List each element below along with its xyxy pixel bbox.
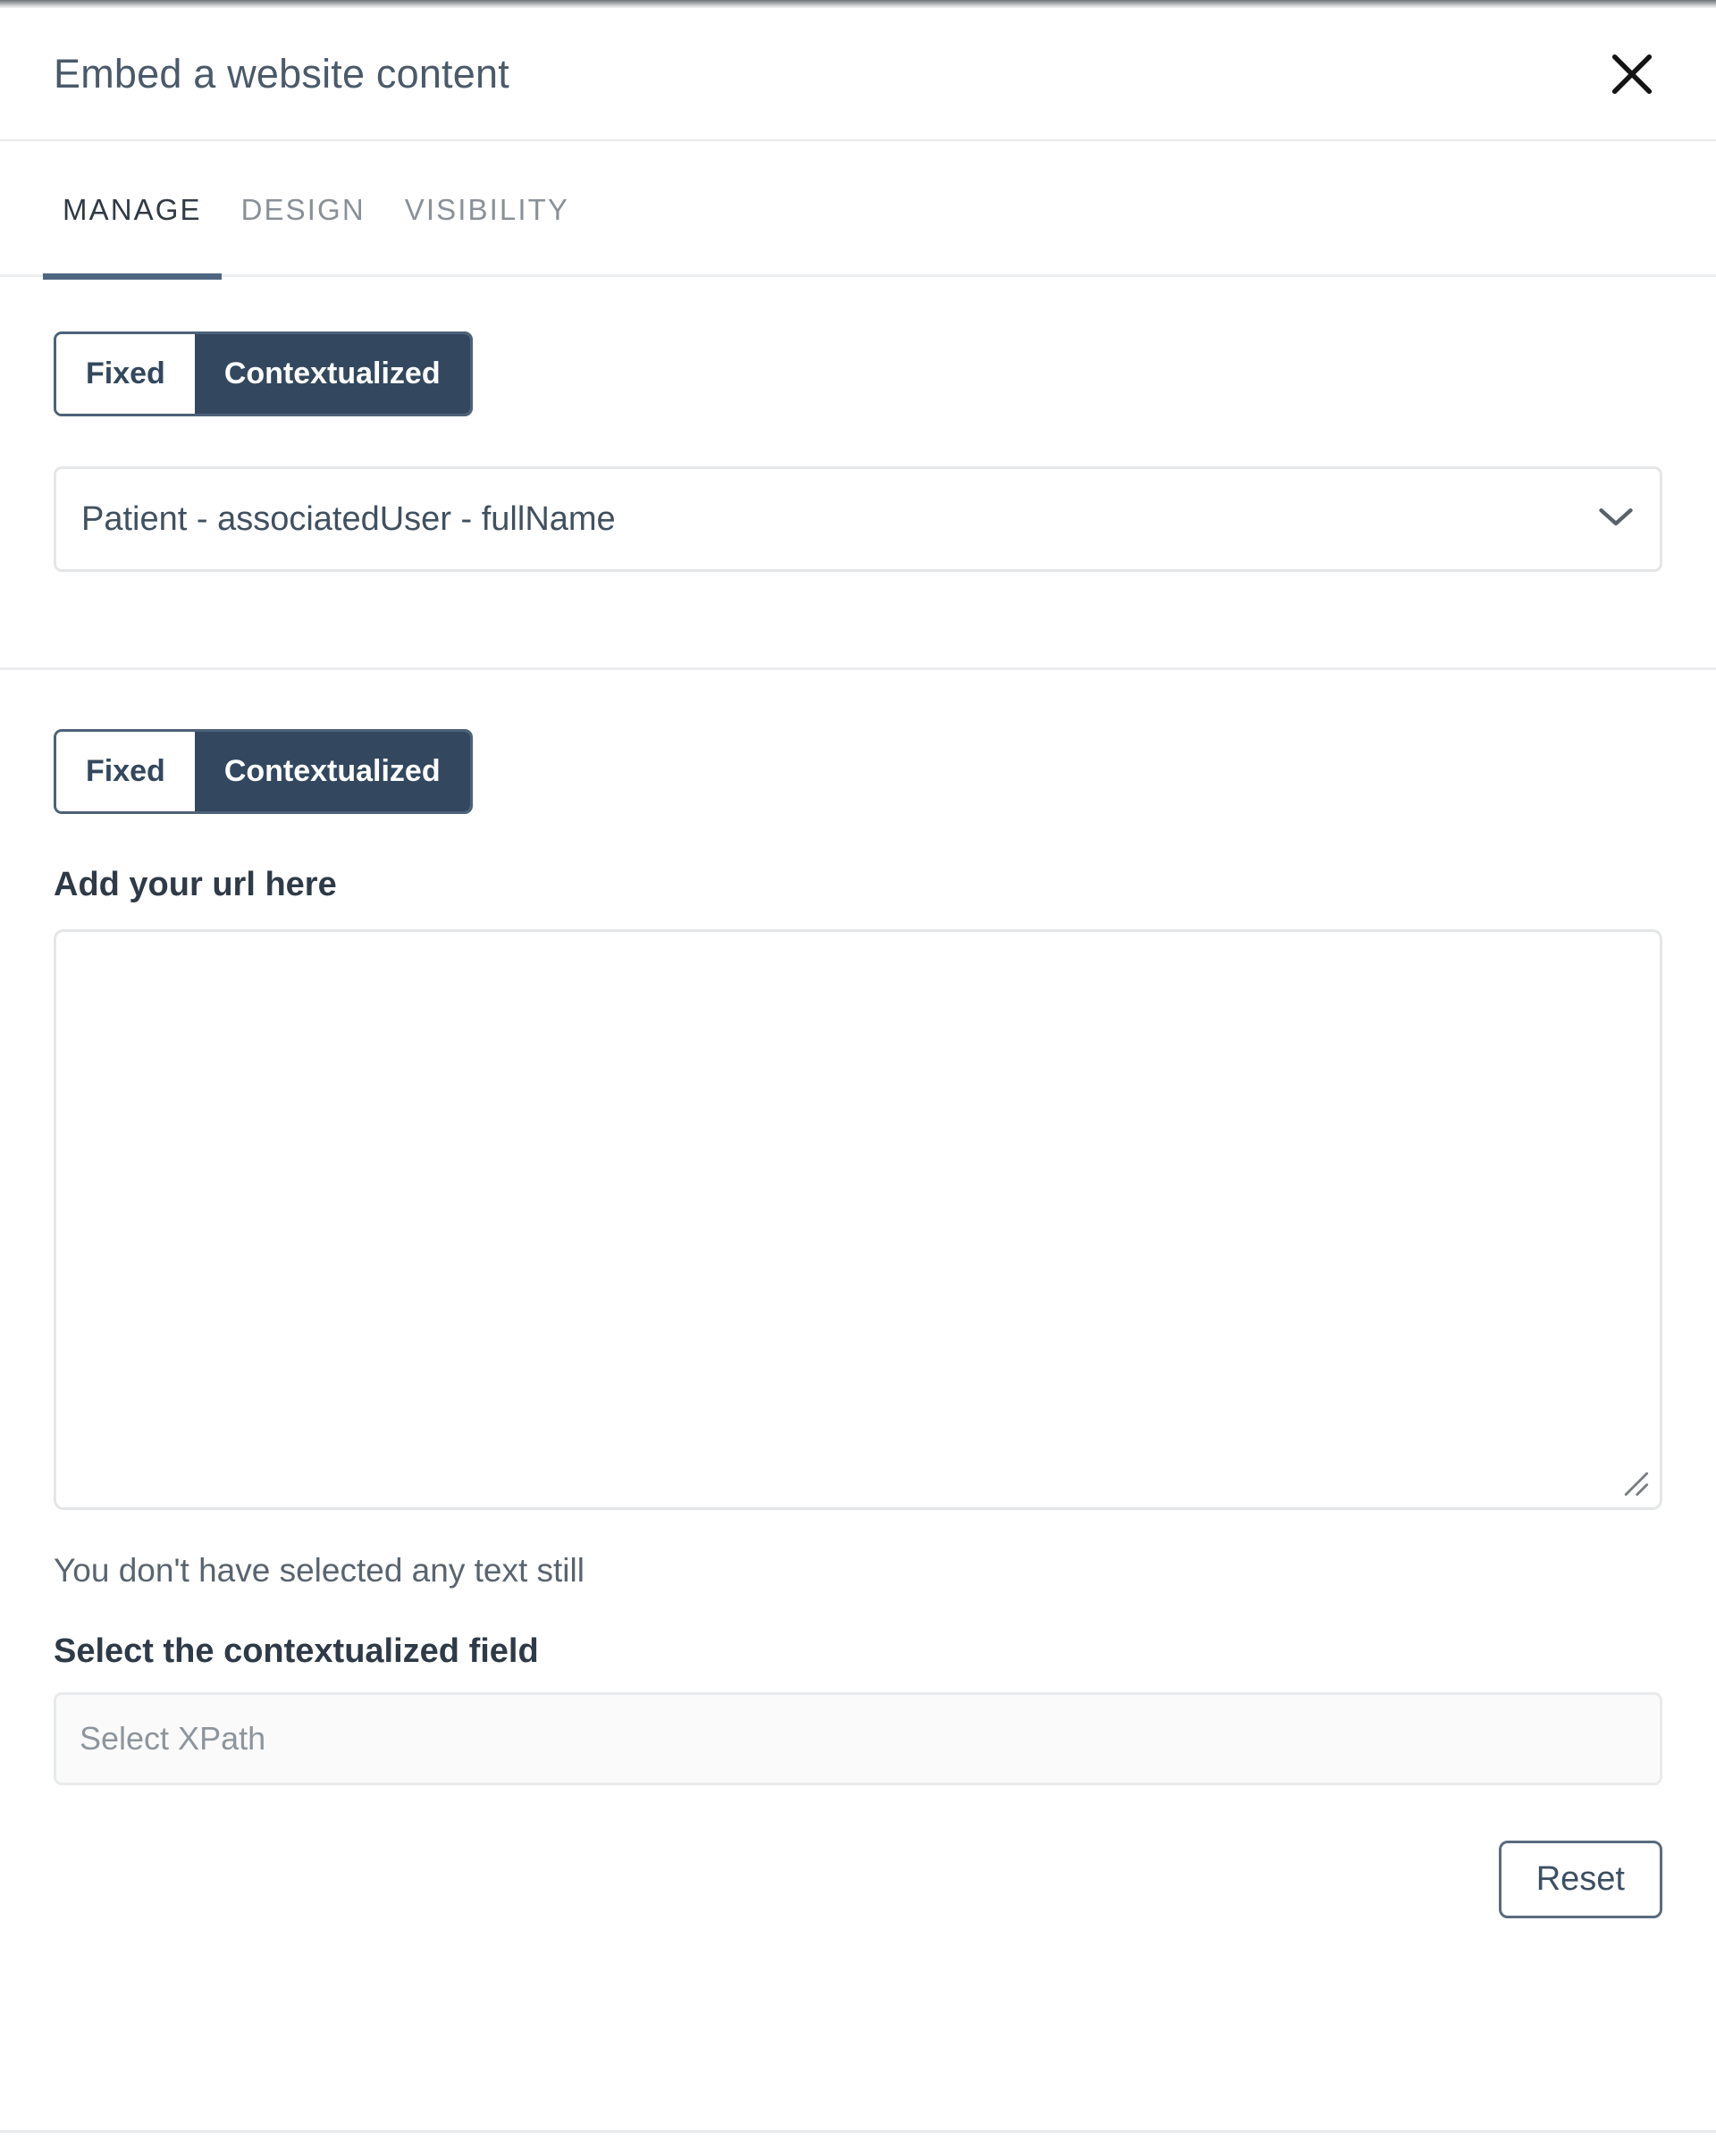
window-top-edge [0, 0, 1716, 8]
tab-design[interactable]: DESIGN [222, 143, 385, 277]
source-field-select-value: Patient - associatedUser - fullName [81, 499, 616, 538]
source-field-select-wrap: Patient - associatedUser - fullName [54, 466, 1662, 572]
xpath-input[interactable] [54, 1692, 1662, 1785]
close-icon [1606, 48, 1658, 100]
tab-bar: MANAGE DESIGN VISIBILITY [0, 143, 1716, 280]
url-mode-contextualized-button[interactable]: Contextualized [194, 732, 470, 811]
page-title: Embed a website content [54, 50, 509, 96]
url-mode-fixed-button[interactable]: Fixed [56, 732, 195, 811]
tab-visibility[interactable]: VISIBILITY [385, 143, 589, 277]
source-field-select[interactable]: Patient - associatedUser - fullName [54, 466, 1662, 572]
source-mode-toggle: Fixed Contextualized [54, 331, 473, 416]
dialog-footer: Reset [54, 1841, 1662, 1918]
embed-website-dialog: Embed a website content MANAGE DESIGN VI… [0, 0, 1716, 2156]
xpath-field-label: Select the contextualized field [54, 1632, 539, 1670]
tab-manage[interactable]: MANAGE [43, 143, 222, 280]
close-button[interactable] [1591, 33, 1673, 115]
footer-divider [0, 2130, 1716, 2133]
url-section: Fixed Contextualized Add your url here Y… [0, 673, 1716, 1918]
source-mode-contextualized-button[interactable]: Contextualized [194, 334, 470, 414]
url-textarea-holder [54, 929, 1662, 1510]
dialog-header: Embed a website content [0, 8, 1716, 141]
url-field-label: Add your url here [54, 866, 337, 903]
reset-button[interactable]: Reset [1498, 1841, 1662, 1918]
url-mode-toggle: Fixed Contextualized [54, 729, 473, 814]
url-textarea[interactable] [54, 929, 1662, 1510]
source-field-section: Fixed Contextualized Patient - associate… [0, 280, 1716, 670]
selection-status-text: You don't have selected any text still [54, 1552, 585, 1589]
source-mode-fixed-button[interactable]: Fixed [56, 334, 195, 414]
